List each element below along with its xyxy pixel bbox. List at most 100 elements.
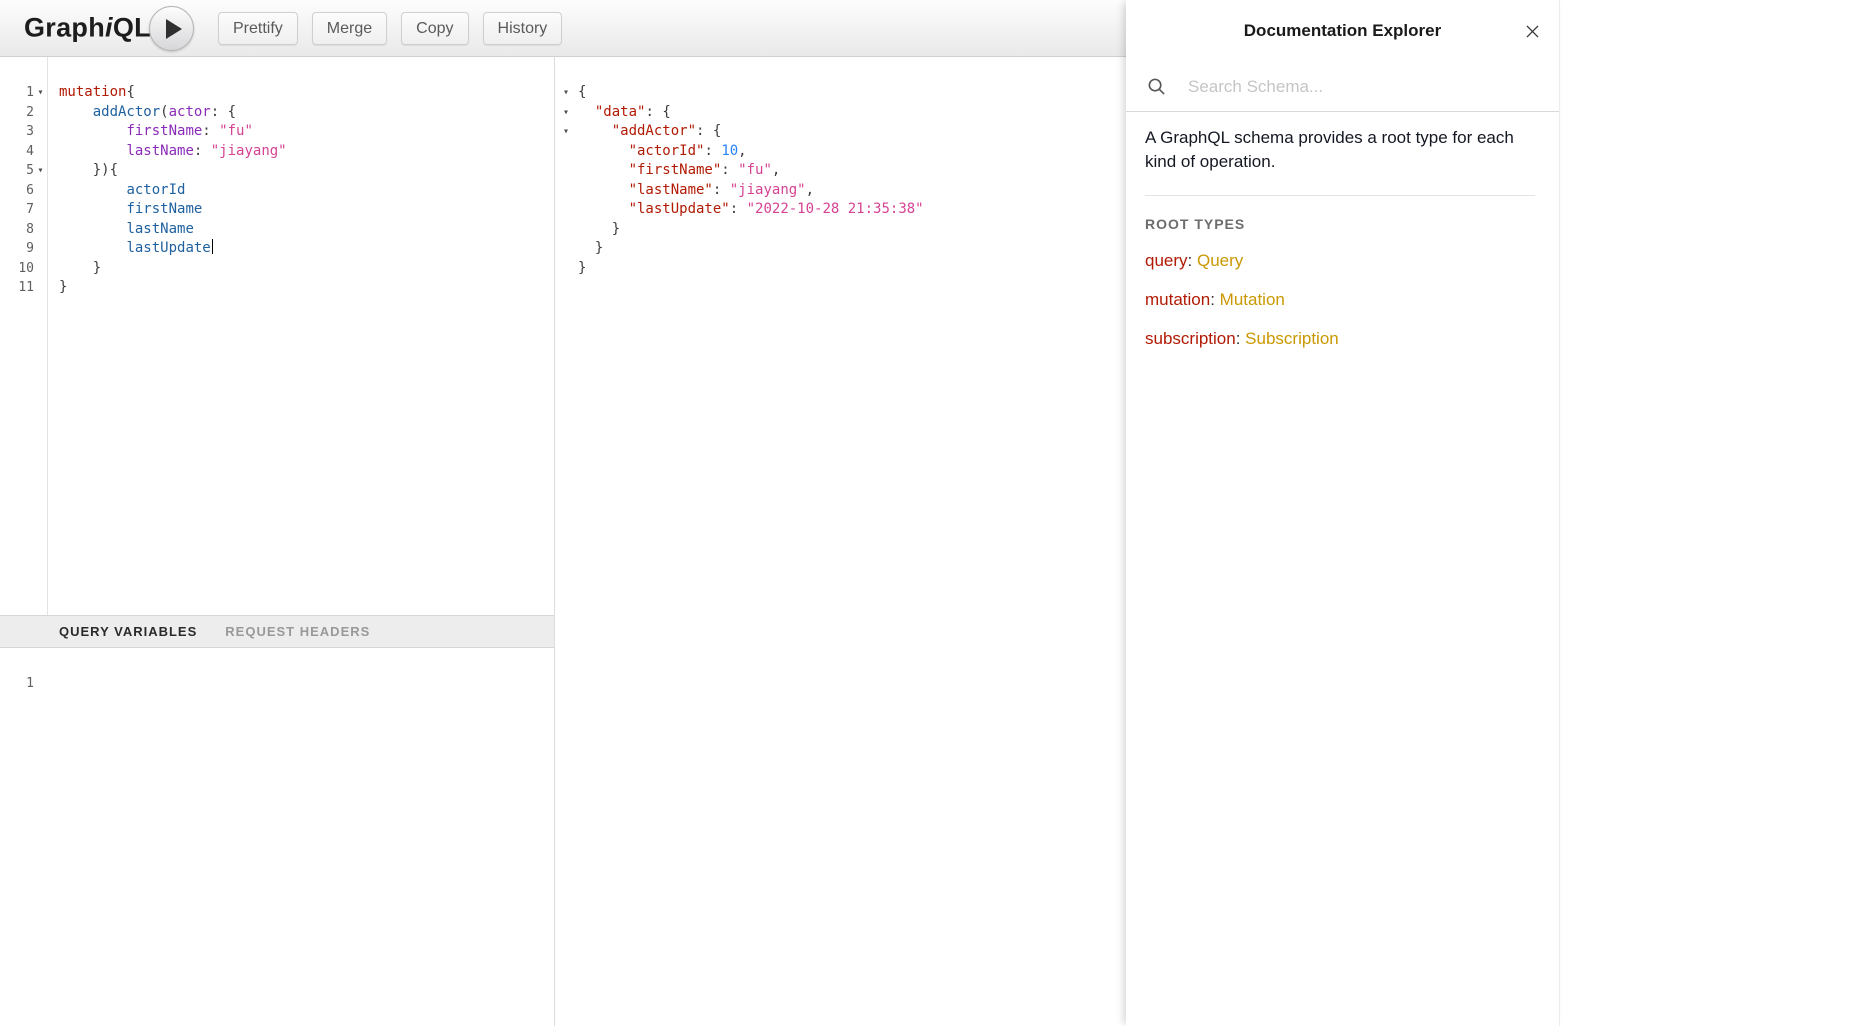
doc-title: Documentation Explorer [1244,21,1441,41]
code-line: } [555,239,1126,259]
code-line[interactable]: 11} [0,278,554,298]
fold-spacer [34,259,47,279]
fold-spacer [34,278,47,298]
code-text: "actorId": 10, [578,142,747,162]
code-text: firstName [47,200,202,220]
query-editor[interactable]: 1▾mutation{2 addActor(actor: {3 firstNam… [0,57,554,615]
tab-query-variables[interactable]: QUERY VARIABLES [59,624,197,639]
code-line: ▾ "addActor": { [555,122,1126,142]
code-text: "data": { [578,103,671,123]
code-line: ▾{ [555,83,1126,103]
code-text: mutation{ [47,83,135,103]
execute-query-button[interactable] [149,6,194,51]
secondary-editor-tabs: QUERY VARIABLES REQUEST HEADERS [0,615,554,648]
type-link-query[interactable]: Query [1197,251,1243,270]
code-line: "lastUpdate": "2022-10-28 21:35:38" [555,200,1126,220]
code-text: lastUpdate [47,239,213,259]
code-text: addActor(actor: { [47,103,236,123]
root-type-query: query: Query [1145,251,1535,271]
prettify-button[interactable]: Prettify [218,12,298,45]
code-line[interactable]: 5▾ }){ [0,161,554,181]
result-viewer: ▾{▾ "data": {▾ "addActor": { "actorId": … [555,57,1126,1026]
code-text: "lastUpdate": "2022-10-28 21:35:38" [578,200,924,220]
fold-spacer [34,674,47,694]
code-line[interactable]: 1 [0,674,554,694]
code-text: lastName: "jiayang" [47,142,287,162]
logo-graph: Graph [24,13,105,43]
fold-spacer [34,142,47,162]
code-text: } [578,259,586,279]
query-variables-editor[interactable]: 1 [0,648,554,1026]
line-number: 9 [0,239,34,259]
code-line: } [555,220,1126,240]
line-number: 1 [0,83,34,103]
text-cursor [212,239,214,254]
fold-spacer [555,259,578,279]
type-link-subscription[interactable]: Subscription [1245,329,1339,348]
fold-arrow-icon[interactable]: ▾ [555,83,578,103]
fold-arrow-icon[interactable]: ▾ [34,161,47,181]
fold-arrow-icon[interactable]: ▾ [555,103,578,123]
close-icon[interactable] [1521,20,1543,42]
line-number: 7 [0,200,34,220]
line-number: 3 [0,122,34,142]
code-line[interactable]: 7 firstName [0,200,554,220]
doc-search-bar [1126,62,1559,112]
code-line[interactable]: 10 } [0,259,554,279]
copy-button[interactable]: Copy [401,12,468,45]
fold-spacer [555,142,578,162]
root-type-mutation: mutation: Mutation [1145,290,1535,310]
code-line[interactable]: 4 lastName: "jiayang" [0,142,554,162]
doc-content: A GraphQL schema provides a root type fo… [1126,112,1559,349]
code-text: } [47,278,67,298]
code-text: "lastName": "jiayang", [578,181,814,201]
code-line[interactable]: 1▾mutation{ [0,83,554,103]
merge-button[interactable]: Merge [312,12,387,45]
code-line[interactable]: 2 addActor(actor: { [0,103,554,123]
fold-spacer [555,200,578,220]
line-number: 2 [0,103,34,123]
code-text: "firstName": "fu", [578,161,780,181]
fold-spacer [34,239,47,259]
fold-spacer [34,200,47,220]
line-number: 10 [0,259,34,279]
code-line[interactable]: 6 actorId [0,181,554,201]
line-number: 1 [0,674,34,694]
line-number: 8 [0,220,34,240]
fold-arrow-icon[interactable]: ▾ [555,122,578,142]
fold-spacer [34,103,47,123]
code-text: "addActor": { [578,122,721,142]
code-text: actorId [47,181,185,201]
search-icon [1147,77,1166,96]
history-button[interactable]: History [483,12,563,45]
search-schema-input[interactable] [1188,77,1508,97]
schema-intro-text: A GraphQL schema provides a root type fo… [1145,126,1535,174]
fold-spacer [555,220,578,240]
root-type-subscription: subscription: Subscription [1145,329,1535,349]
code-text: firstName: "fu" [47,122,253,142]
fold-arrow-icon[interactable]: ▾ [34,83,47,103]
query-code: 1▾mutation{2 addActor(actor: {3 firstNam… [0,57,554,298]
code-line[interactable]: 3 firstName: "fu" [0,122,554,142]
line-number: 4 [0,142,34,162]
root-type-keyword: query [1145,251,1188,270]
fold-spacer [34,220,47,240]
separator: : [1188,251,1197,270]
tab-request-headers[interactable]: REQUEST HEADERS [225,624,370,639]
code-line[interactable]: 9 lastUpdate [0,239,554,259]
fold-spacer [555,239,578,259]
code-line[interactable]: 8 lastName [0,220,554,240]
root-types-heading: ROOT TYPES [1145,216,1535,232]
variables-code: 1 [0,648,554,694]
code-line: "lastName": "jiayang", [555,181,1126,201]
code-text: { [578,83,586,103]
toolbar: GraphiQL Prettify Merge Copy History [0,0,1126,57]
type-link-mutation[interactable]: Mutation [1220,290,1285,309]
root-type-keyword: subscription [1145,329,1236,348]
doc-title-bar: Documentation Explorer [1126,0,1559,62]
line-number: 5 [0,161,34,181]
graphiql-app: GraphiQL Prettify Merge Copy History 1▾m… [0,0,1859,1026]
separator: : [1210,290,1219,309]
editor-column: 1▾mutation{2 addActor(actor: {3 firstNam… [0,57,555,1026]
result-code: ▾{▾ "data": {▾ "addActor": { "actorId": … [555,57,1126,278]
